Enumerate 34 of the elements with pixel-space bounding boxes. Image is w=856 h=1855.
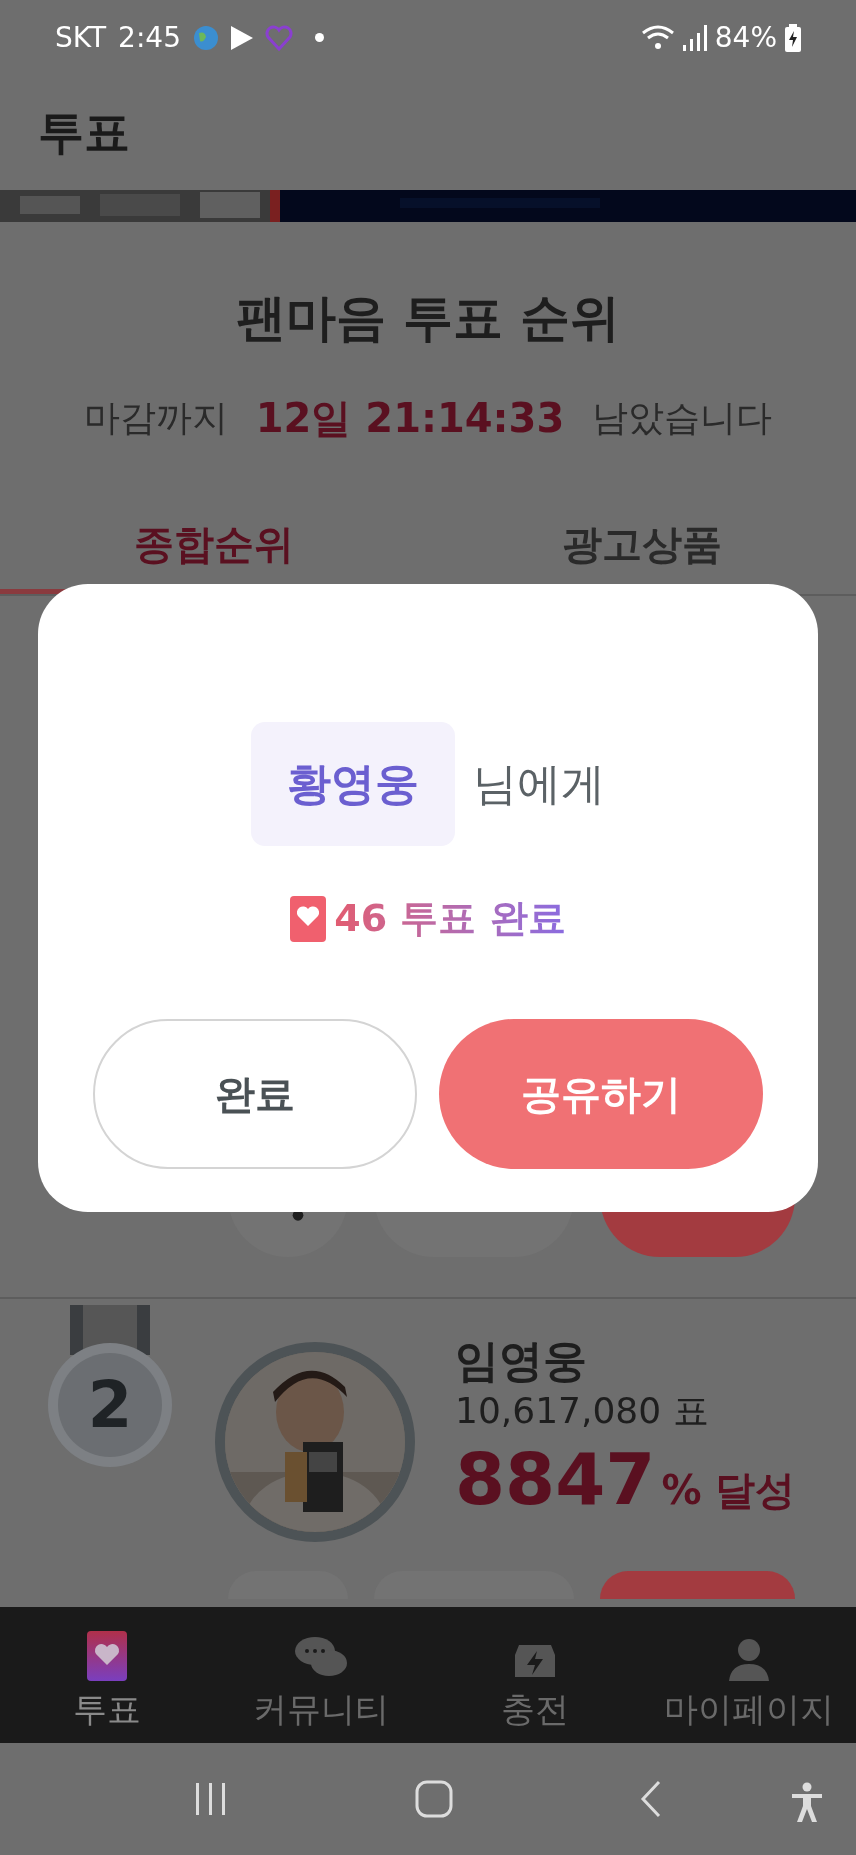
signal-icon <box>682 24 707 51</box>
clock: 2:45 <box>118 19 181 56</box>
remaining-label: 남았습니다 <box>592 396 773 440</box>
wifi-icon <box>640 23 675 52</box>
deadline-label: 마감까지 <box>83 396 228 440</box>
battery-charging-icon <box>785 23 801 52</box>
nav-tab[interactable]: 투표 <box>0 1607 214 1743</box>
page-title: 투표 <box>38 104 130 161</box>
vote-count: 10,617,080 표 <box>455 1389 710 1433</box>
carrier: SKT <box>55 19 107 56</box>
recipient-suffix: 님에게 <box>473 757 605 811</box>
battery-percent: 84% <box>714 19 777 56</box>
achievement-label: % 달성 <box>661 1466 796 1515</box>
candidate-name-chip: 황영웅 <box>251 722 455 846</box>
heart-card-icon <box>290 895 327 942</box>
globe-icon <box>192 24 219 51</box>
play-icon <box>230 25 253 50</box>
nav-tab[interactable]: 마이페이지 <box>642 1607 856 1743</box>
rank-number: 2 <box>86 1373 134 1437</box>
done-button[interactable]: 완료 <box>93 1019 417 1169</box>
accessibility-icon[interactable] <box>790 1782 824 1824</box>
ranking-tab[interactable]: 광고상품 <box>428 498 856 594</box>
heart-icon <box>264 24 293 51</box>
share-button[interactable]: 공유하기 <box>439 1019 763 1169</box>
user-icon <box>727 1637 771 1681</box>
home-icon[interactable] <box>415 1780 453 1818</box>
nav-tab[interactable]: 충전 <box>428 1607 642 1743</box>
nav-tab[interactable]: 커뮤니티 <box>214 1607 428 1743</box>
heart-card-icon <box>87 1631 127 1681</box>
countdown-timer: 12일 21:14:33 <box>255 394 565 443</box>
ranking-title: 팬마음 투표 순위 <box>235 288 621 348</box>
achievement-percent: 8847 <box>455 1439 656 1519</box>
back-icon[interactable] <box>639 1780 663 1818</box>
candidate-name: 임영웅 <box>455 1334 588 1388</box>
